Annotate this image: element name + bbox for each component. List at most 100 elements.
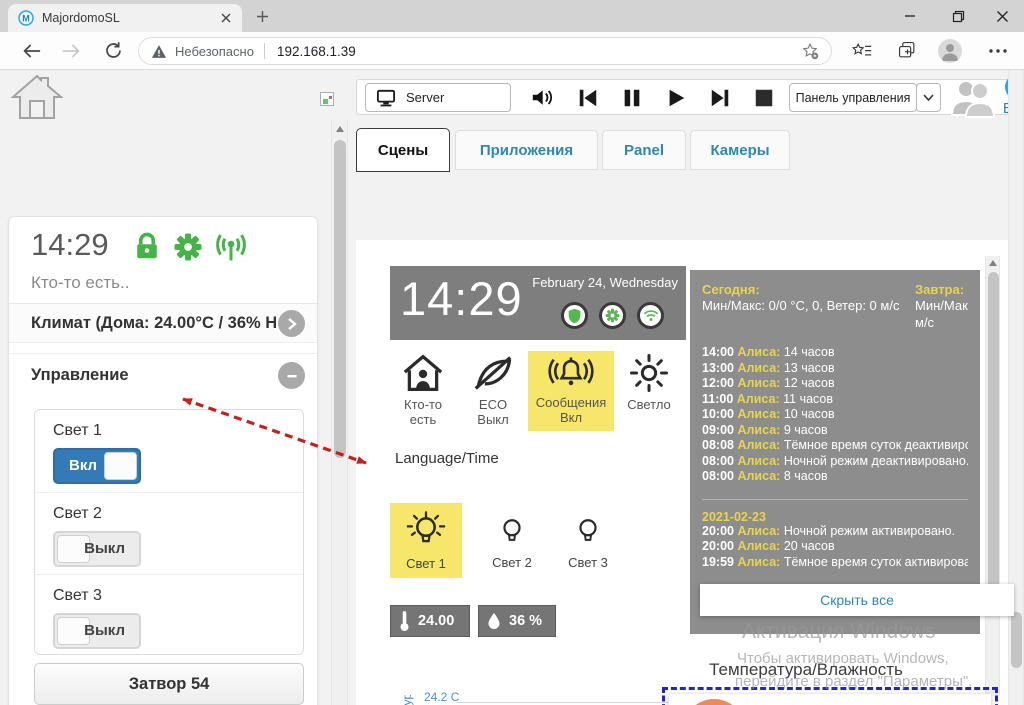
- control-header-label: Управление: [31, 366, 129, 384]
- server-select[interactable]: Server: [365, 83, 511, 112]
- collapse-button[interactable]: [278, 362, 305, 389]
- server-select-label: Server: [406, 90, 445, 105]
- events-list-today: 14:00 Алиса: 14 часов 13:00 Алиса: 13 ча…: [702, 345, 968, 485]
- tab-close-icon[interactable]: [220, 12, 232, 24]
- media-pause-button[interactable]: [617, 84, 647, 111]
- light1-toggle[interactable]: Вкл: [53, 448, 141, 484]
- address-bar[interactable]: Небезопасно 192.168.1.39: [138, 37, 832, 65]
- media-play-button[interactable]: [661, 84, 691, 111]
- content-vertical-scrollbar[interactable]: [331, 120, 348, 705]
- tab-label: Panel: [623, 141, 665, 159]
- sun-icon: [630, 354, 668, 392]
- mode-label: Кто-то есть: [404, 397, 442, 427]
- events-scrollbar[interactable]: [985, 256, 1000, 696]
- lock-icon[interactable]: [133, 231, 161, 263]
- back-icon[interactable]: [22, 42, 41, 60]
- scrollbar-thumb[interactable]: [988, 272, 999, 612]
- light2-toggle[interactable]: Выкл: [53, 531, 141, 567]
- tab-label: Приложения: [479, 141, 574, 159]
- gear-icon[interactable]: [173, 232, 203, 262]
- light-label: Свет 1: [53, 422, 102, 439]
- today-forecast: Мин/Макс: 0/0 °C, 0, Ветер: 0 м/с: [702, 298, 900, 313]
- favorites-icon[interactable]: [852, 42, 872, 60]
- eco-mode-button[interactable]: ECO Выкл: [462, 353, 524, 427]
- climate-expand-button[interactable]: [278, 310, 305, 337]
- bulb-icon: [503, 518, 521, 541]
- forward-icon[interactable]: [62, 42, 81, 60]
- messages-mode-button[interactable]: Сообщения Вкл: [528, 351, 614, 431]
- security-label: Небезопасно: [175, 43, 254, 59]
- gear-status-icon[interactable]: [599, 302, 626, 329]
- event-row: 08:08 Алиса: Тёмное время суток деактиви…: [702, 438, 968, 452]
- browser-window: M MajordomoSL Небезопасно 192.168.1.39 S…: [0, 0, 1024, 705]
- temperature-value: 24.00: [418, 613, 455, 629]
- browser-tab[interactable]: M MajordomoSL: [8, 4, 242, 32]
- panel-select-arrow[interactable]: [916, 83, 941, 112]
- humidity-value: 36 %: [509, 613, 543, 629]
- broken-image-icon: [320, 92, 334, 106]
- profile-avatar[interactable]: [938, 39, 962, 63]
- event-row: 14:00 Алиса: 14 часов: [702, 345, 835, 359]
- scrollbar-thumb[interactable]: [334, 140, 346, 458]
- light-button-label: Свет 1: [406, 555, 446, 571]
- tab-scenes[interactable]: Сцены: [356, 128, 450, 172]
- site-favicon: M: [18, 10, 34, 26]
- tab-panel[interactable]: Panel: [602, 130, 686, 170]
- webpage: Server Панель управления Вы: [0, 70, 1024, 705]
- antenna-icon[interactable]: [213, 231, 249, 263]
- tab-apps[interactable]: Приложения: [455, 130, 598, 170]
- close-button[interactable]: [980, 0, 1024, 32]
- droplet-icon: [488, 613, 500, 629]
- wifi-status-icon[interactable]: [637, 302, 664, 329]
- media-stop-button[interactable]: [749, 84, 779, 111]
- today-label: Сегодня:: [702, 282, 760, 297]
- control-section-header[interactable]: Управление: [9, 353, 317, 397]
- light-button-label: Свет 3: [568, 554, 608, 570]
- media-next-button[interactable]: [705, 84, 735, 111]
- shield-status-icon[interactable]: [561, 302, 588, 329]
- light-label: Свет 3: [53, 587, 102, 604]
- previous-date-header: 2021-02-23: [702, 509, 766, 524]
- light3-toggle[interactable]: Выкл: [53, 613, 141, 649]
- volume-icon[interactable]: [529, 84, 559, 111]
- scroll-up-arrow-icon[interactable]: [336, 126, 344, 132]
- bookmark-add-icon[interactable]: [801, 42, 819, 60]
- shutter-button[interactable]: Затвор 54: [34, 663, 304, 705]
- toggle-knob[interactable]: [104, 452, 137, 480]
- media-prev-button[interactable]: [573, 84, 603, 111]
- temperature-badge: 24.00: [390, 605, 470, 637]
- notification-toast[interactable]: 6Г 68 Дверь Геркон Switch1 On: [669, 694, 991, 705]
- clock-date: February 24, Wednesday: [532, 275, 678, 290]
- light3-button[interactable]: Свет 3: [554, 503, 622, 578]
- presence-mode-button[interactable]: Кто-то есть: [392, 353, 454, 427]
- menu-dots-icon[interactable]: [988, 47, 1008, 55]
- daylight-mode-button[interactable]: Светло: [620, 353, 678, 412]
- notification-selection-frame: 6Г 68 Дверь Геркон Switch1 On: [662, 687, 998, 705]
- scroll-up-arrow-icon[interactable]: [989, 260, 997, 266]
- home-icon[interactable]: [10, 73, 64, 121]
- eco-off-icon: [474, 356, 512, 390]
- light2-button[interactable]: Свет 2: [478, 503, 546, 578]
- light1-button[interactable]: Свет 1: [390, 503, 462, 578]
- toggle-state: Выкл: [84, 622, 125, 639]
- users-icon[interactable]: [949, 77, 995, 119]
- event-row: 08:00 Алиса: Ночной режим деактивировано…: [702, 453, 968, 468]
- tab-cameras[interactable]: Камеры: [690, 130, 790, 170]
- bell-ring-icon: [548, 357, 594, 386]
- scrollbar-thumb[interactable]: [1011, 612, 1022, 668]
- panel-select[interactable]: Панель управления: [789, 83, 917, 112]
- minimize-button[interactable]: [888, 0, 932, 32]
- refresh-icon[interactable]: [104, 41, 123, 60]
- restore-button[interactable]: [936, 0, 980, 32]
- climate-row[interactable]: Климат (Дома: 24.00°C / 36% На...: [9, 303, 317, 343]
- chart-title: Температура/Влажность: [709, 660, 903, 679]
- light-row: Свет 3 Выкл: [35, 574, 303, 656]
- collections-icon[interactable]: [898, 41, 917, 60]
- hide-all-link[interactable]: Скрыть все: [820, 592, 894, 608]
- tab-label: Сцены: [377, 141, 429, 159]
- bulb-on-icon: [406, 510, 446, 542]
- tomorrow-forecast-1: Мин/Макс:: [915, 298, 968, 313]
- mode-label: ECO Выкл: [477, 397, 509, 427]
- new-tab-icon[interactable]: [256, 10, 269, 23]
- weather-today: Сегодня: Мин/Макс: 0/0 °C, 0, Ветер: 0 м…: [702, 282, 907, 331]
